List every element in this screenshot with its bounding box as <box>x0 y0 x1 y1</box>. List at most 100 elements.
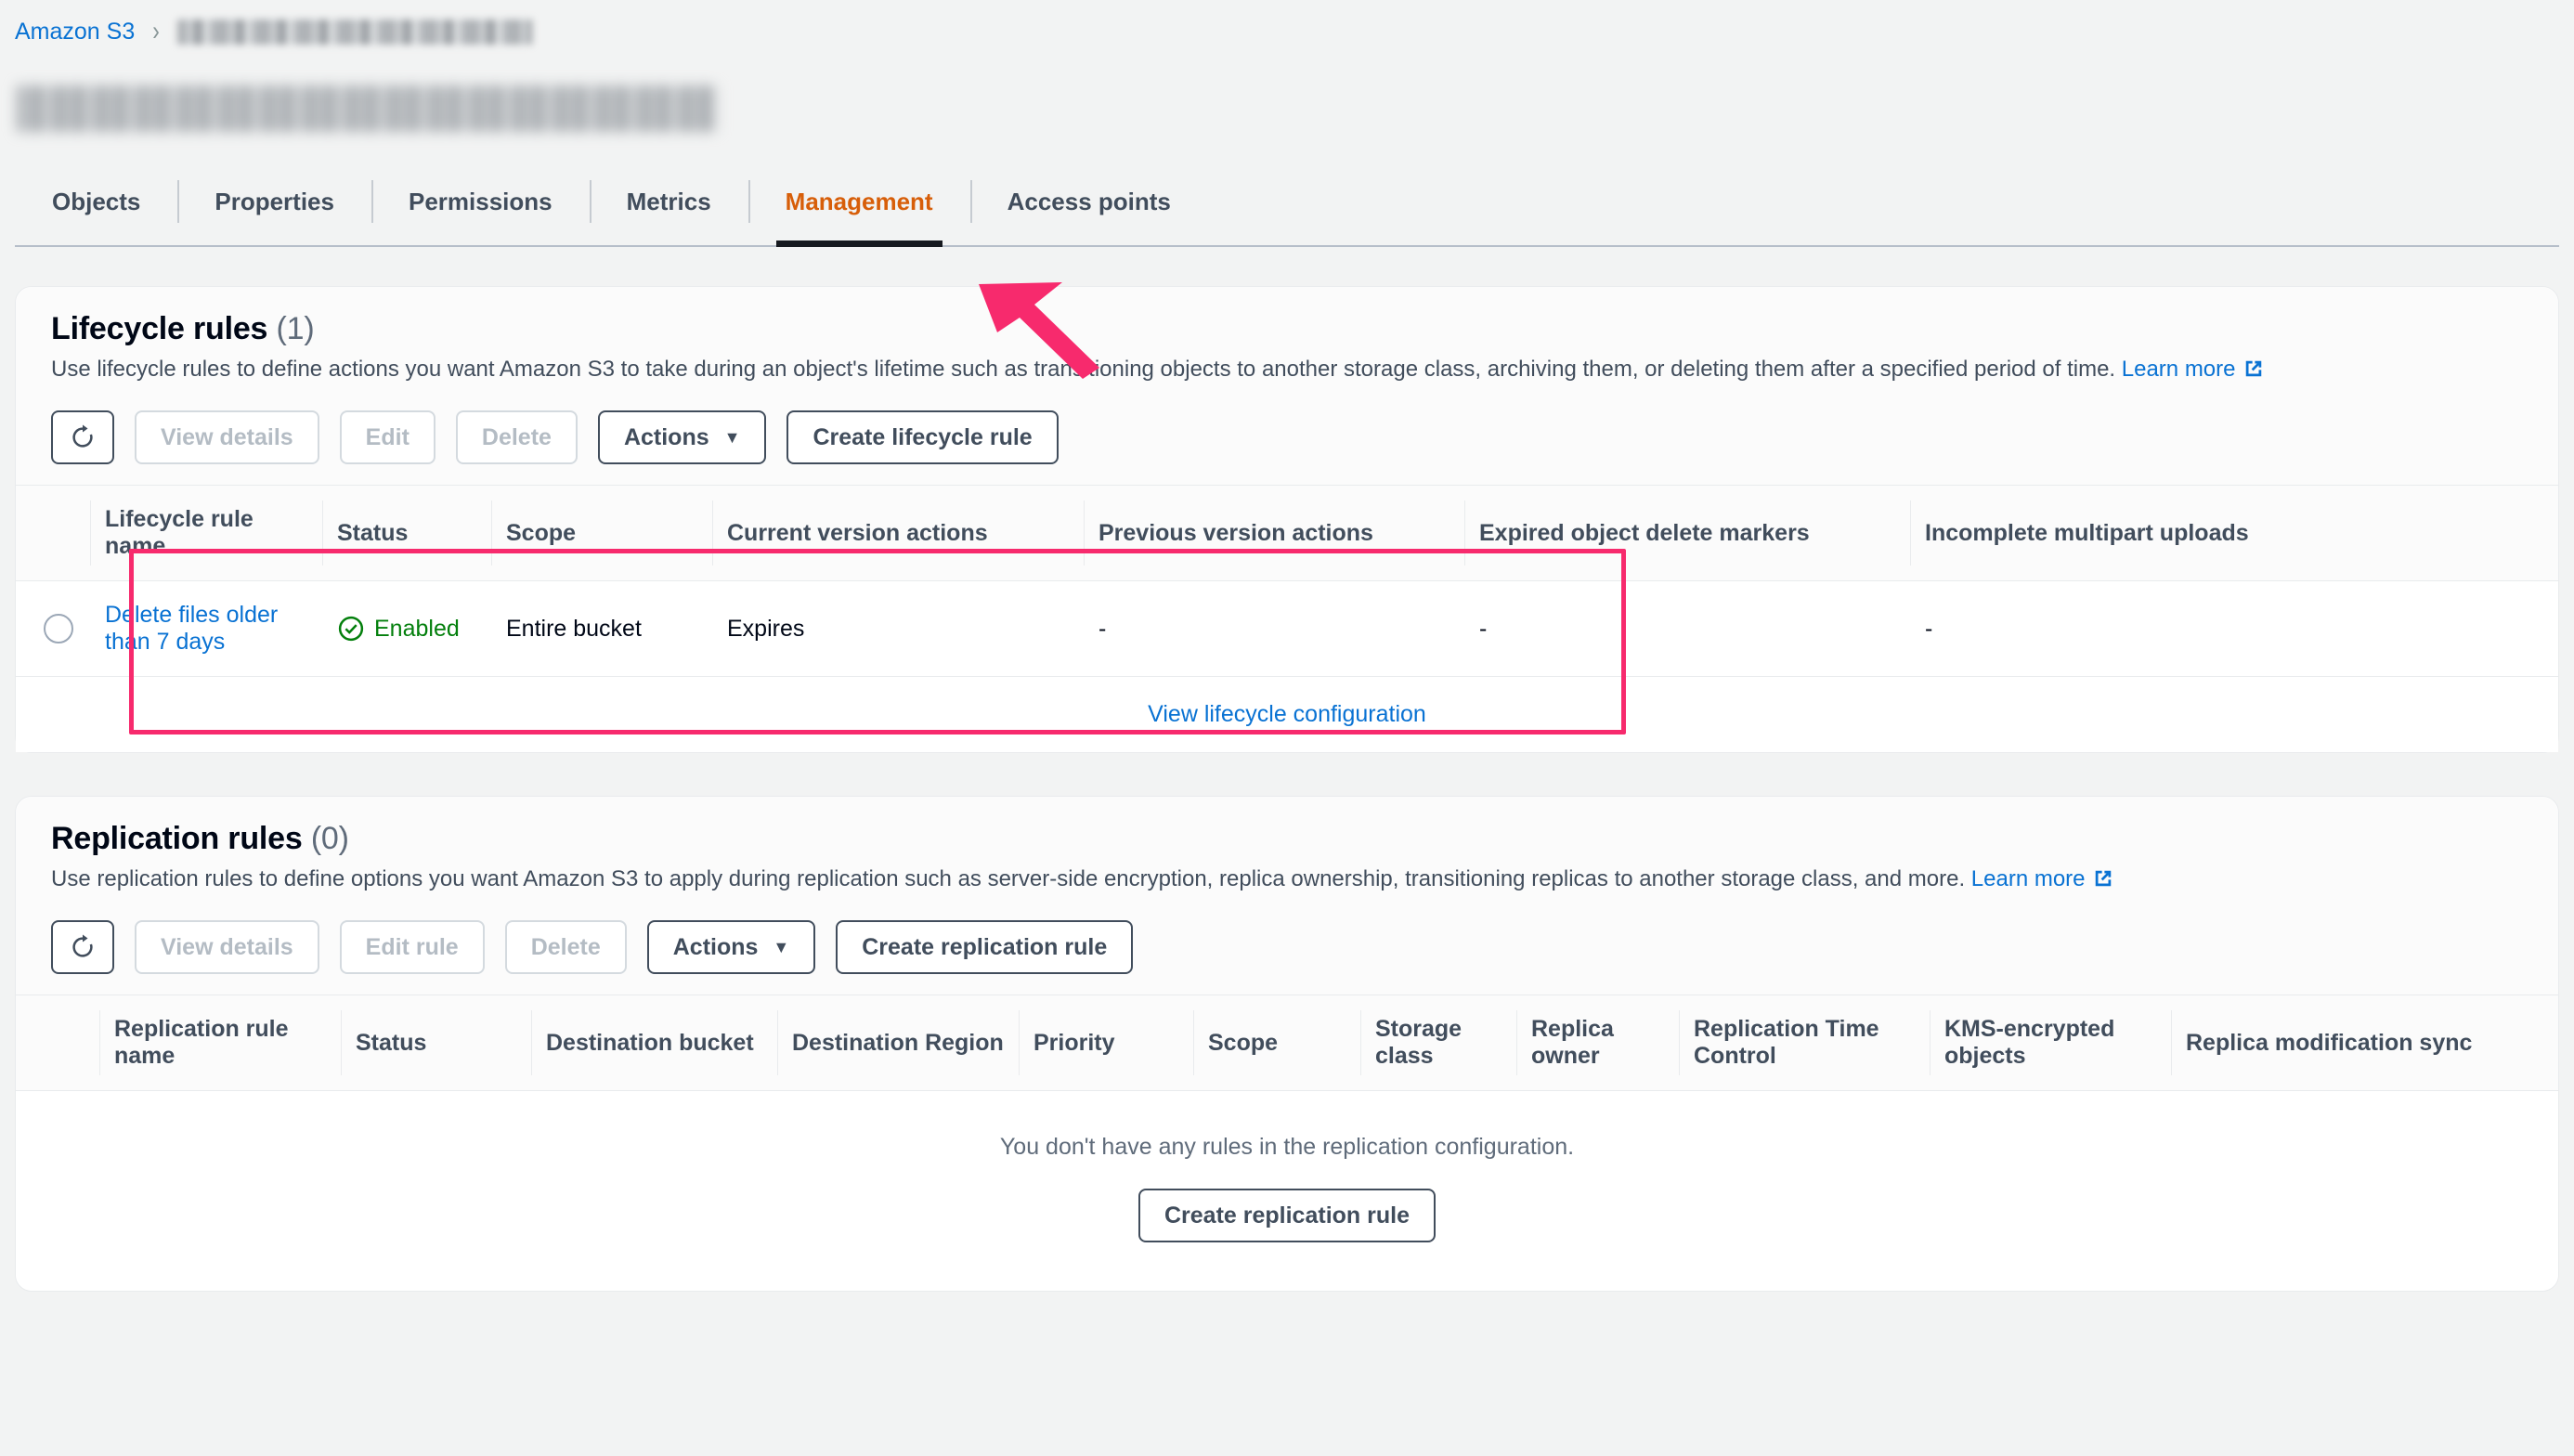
lifecycle-view-details-button[interactable]: View details <box>135 410 319 465</box>
tab-management[interactable]: Management <box>748 158 970 247</box>
replication-empty-create-button[interactable]: Create replication rule <box>1138 1189 1436 1243</box>
external-link-icon[interactable] <box>2243 358 2264 386</box>
lifecycle-row-scope-cell: Entire bucket <box>491 580 712 677</box>
lifecycle-col-name: Lifecycle rule name <box>90 485 322 581</box>
replication-col-priority: Priority <box>1019 994 1193 1091</box>
lifecycle-actions-button[interactable]: Actions ▼ <box>597 410 767 465</box>
replication-actions-button[interactable]: Actions ▼ <box>646 920 816 975</box>
refresh-icon <box>72 424 93 448</box>
lifecycle-rule-name-link[interactable]: Delete files older than 7 days <box>105 602 278 655</box>
lifecycle-panel-header: Lifecycle rules (1) Use lifecycle rules … <box>16 287 2558 386</box>
replication-select-header <box>16 994 99 1091</box>
replication-col-kms-encrypted-objects: KMS-encrypted objects <box>1930 994 2171 1091</box>
lifecycle-col-incomplete-multipart: Incomplete multipart uploads <box>1910 485 2558 581</box>
page-title <box>0 50 2574 150</box>
view-lifecycle-configuration-link[interactable]: View lifecycle configuration <box>1148 701 1426 727</box>
replication-refresh-button[interactable] <box>51 920 114 975</box>
lifecycle-description-text: Use lifecycle rules to define actions yo… <box>51 357 2116 382</box>
replication-col-name: Replication rule name <box>99 994 341 1091</box>
replication-empty-text: You don't have any rules in the replicat… <box>999 1134 1575 1161</box>
lifecycle-col-current-version-actions: Current version actions <box>712 485 1084 581</box>
lifecycle-row-incomplete-uploads-cell: - <box>1910 580 2558 677</box>
replication-col-replica-modification-sync: Replica modification sync <box>2171 994 2558 1091</box>
tab-properties[interactable]: Properties <box>177 158 371 245</box>
replication-table: Replication rule name Status Destination… <box>16 994 2558 1091</box>
lifecycle-rules-panel: Lifecycle rules (1) Use lifecycle rules … <box>15 286 2559 754</box>
tab-objects[interactable]: Objects <box>15 158 177 245</box>
chevron-down-icon: ▼ <box>773 938 790 957</box>
bucket-name-redacted <box>17 85 718 132</box>
replication-title: Replication rules (0) <box>51 821 2523 857</box>
replication-toolbar: View details Edit rule Delete Actions ▼ … <box>16 896 2558 994</box>
lifecycle-row-current-actions-cell: Expires <box>712 580 1084 677</box>
replication-col-scope: Scope <box>1193 994 1360 1091</box>
lifecycle-description: Use lifecycle rules to define actions yo… <box>51 355 2523 386</box>
status-check-circle-icon <box>338 617 364 642</box>
lifecycle-refresh-button[interactable] <box>51 410 114 465</box>
create-replication-rule-button[interactable]: Create replication rule <box>836 920 1134 975</box>
lifecycle-title-text: Lifecycle rules <box>51 311 268 346</box>
external-link-icon[interactable] <box>2093 867 2113 896</box>
tab-permissions[interactable]: Permissions <box>370 158 590 245</box>
tab-label: Access points <box>1007 187 1171 215</box>
lifecycle-row-radio[interactable] <box>44 614 73 644</box>
breadcrumb-bucket-name-redacted[interactable] <box>177 19 533 45</box>
lifecycle-table-header-row: Lifecycle rule name Status Scope Current… <box>16 485 2558 581</box>
breadcrumb: Amazon S3 › <box>0 0 2574 50</box>
lifecycle-actions-label: Actions <box>623 423 709 450</box>
lifecycle-view-config-cell: View lifecycle configuration <box>16 676 2558 753</box>
lifecycle-col-scope: Scope <box>491 485 712 581</box>
tab-access-points[interactable]: Access points <box>969 158 1208 245</box>
lifecycle-row-name-cell: Delete files older than 7 days <box>90 580 322 677</box>
lifecycle-row-previous-actions-cell: - <box>1084 580 1464 677</box>
lifecycle-delete-button[interactable]: Delete <box>455 410 578 465</box>
replication-empty-state: You don't have any rules in the replicat… <box>16 1090 2558 1292</box>
lifecycle-learn-more-link[interactable]: Learn more <box>2122 357 2236 382</box>
tab-label: Permissions <box>408 187 552 215</box>
replication-col-storage-class: Storage class <box>1360 994 1516 1091</box>
replication-learn-more-link[interactable]: Learn more <box>1971 866 2086 891</box>
tab-label: Management <box>785 187 933 215</box>
status-label: Enabled <box>374 615 460 642</box>
lifecycle-col-previous-version-actions: Previous version actions <box>1084 485 1464 581</box>
tab-metrics[interactable]: Metrics <box>589 158 748 245</box>
replication-rules-panel: Replication rules (0) Use replication ru… <box>15 796 2559 1293</box>
create-lifecycle-rule-button[interactable]: Create lifecycle rule <box>786 410 1059 465</box>
replication-col-replication-time-control: Replication Time Control <box>1679 994 1930 1091</box>
replication-description-text: Use replication rules to define options … <box>51 866 1966 892</box>
lifecycle-count: (1) <box>276 311 315 346</box>
lifecycle-edit-button[interactable]: Edit <box>339 410 436 465</box>
lifecycle-row-select-cell <box>16 580 90 677</box>
lifecycle-table: Lifecycle rule name Status Scope Current… <box>16 485 2558 753</box>
lifecycle-view-config-row: View lifecycle configuration <box>16 676 2558 753</box>
lifecycle-row-status-cell: Enabled <box>322 580 491 677</box>
chevron-right-icon: › <box>152 16 161 46</box>
lifecycle-table-wrap: Lifecycle rule name Status Scope Current… <box>16 485 2558 753</box>
table-row[interactable]: Delete files older than 7 days Enabled E… <box>16 580 2558 677</box>
replication-table-header-row: Replication rule name Status Destination… <box>16 994 2558 1091</box>
tab-bar: Objects Properties Permissions Metrics M… <box>15 158 2559 247</box>
replication-delete-button[interactable]: Delete <box>504 920 627 975</box>
replication-title-text: Replication rules <box>51 821 303 857</box>
replication-count: (0) <box>310 821 349 857</box>
replication-actions-label: Actions <box>672 933 759 960</box>
breadcrumb-amazon-s3[interactable]: Amazon S3 <box>15 19 135 46</box>
lifecycle-select-header <box>16 485 90 581</box>
replication-view-details-button[interactable]: View details <box>135 920 319 975</box>
replication-col-replica-owner: Replica owner <box>1516 994 1679 1091</box>
replication-description: Use replication rules to define options … <box>51 864 2523 896</box>
refresh-icon <box>72 934 93 957</box>
tab-label: Properties <box>214 187 334 215</box>
tab-label: Objects <box>52 187 141 215</box>
lifecycle-row-expired-markers-cell: - <box>1464 580 1910 677</box>
lifecycle-toolbar: View details Edit Delete Actions ▼ Creat… <box>16 386 2558 485</box>
lifecycle-col-status: Status <box>322 485 491 581</box>
status-badge: Enabled <box>337 615 476 643</box>
replication-edit-rule-button[interactable]: Edit rule <box>339 920 485 975</box>
chevron-down-icon: ▼ <box>723 428 741 448</box>
replication-col-destination-bucket: Destination bucket <box>531 994 777 1091</box>
lifecycle-col-expired-delete-markers: Expired object delete markers <box>1464 485 1910 581</box>
replication-col-destination-region: Destination Region <box>777 994 1019 1091</box>
replication-col-status: Status <box>341 994 531 1091</box>
s3-management-page: Amazon S3 › Objects Properties Permissio… <box>0 0 2574 1456</box>
